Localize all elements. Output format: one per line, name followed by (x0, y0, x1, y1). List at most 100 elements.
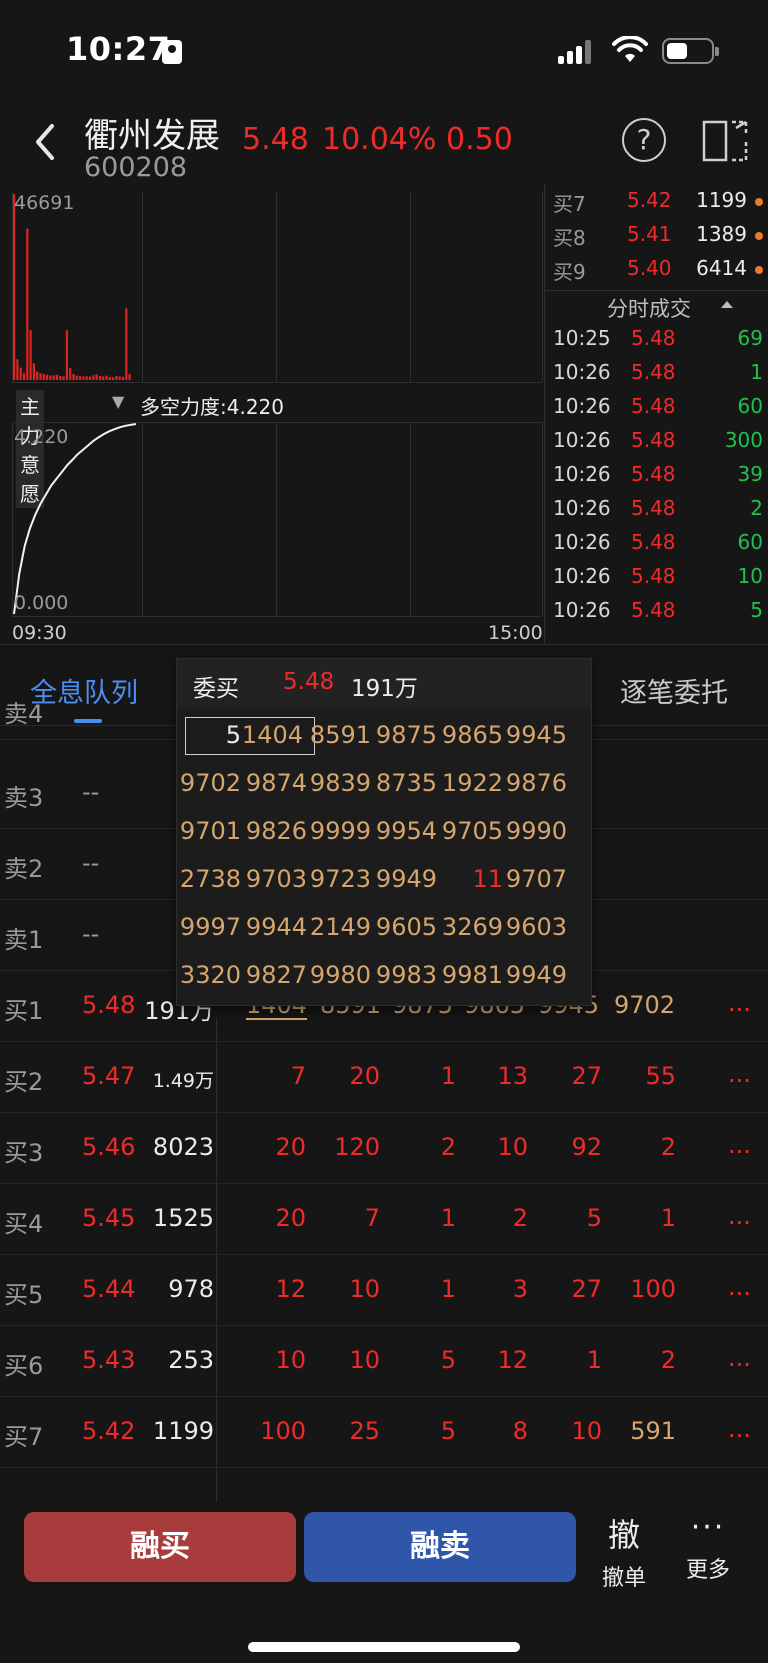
queue-order[interactable]: 12 (246, 1275, 306, 1303)
popup-order[interactable]: 8735 (373, 769, 437, 797)
help-icon[interactable]: ? (622, 118, 666, 162)
more-orders-ellipsis[interactable]: ... (728, 1131, 751, 1159)
queue-order[interactable]: 100 (246, 1417, 306, 1445)
popup-order[interactable]: 9944 (243, 913, 307, 941)
bid-row[interactable]: 买3 5.46 8023 20 120 2 10 92 2 ... (0, 1113, 768, 1184)
queue-order[interactable]: 10 (246, 1346, 306, 1374)
cancel-order-icon[interactable]: 撤 (594, 1510, 654, 1556)
caret-up-icon[interactable] (721, 301, 733, 308)
popup-order[interactable]: 9999 (307, 817, 371, 845)
popup-order[interactable]: 9605 (373, 913, 437, 941)
queue-order[interactable]: 2 (616, 1346, 676, 1374)
more-orders-ellipsis[interactable]: ... (728, 1344, 751, 1372)
popup-order[interactable]: 8591 (307, 721, 371, 749)
bid-row[interactable]: 买6 5.43 253 10 10 5 12 1 2 ... (0, 1326, 768, 1397)
more-orders-ellipsis[interactable]: ... (728, 1415, 751, 1443)
queue-order[interactable]: 8 (468, 1417, 528, 1445)
more-orders-ellipsis[interactable]: ... (728, 989, 751, 1017)
popup-order[interactable]: 9705 (439, 817, 503, 845)
popup-order[interactable]: 9701 (177, 817, 241, 845)
popup-order[interactable]: 9723 (307, 865, 371, 893)
more-label[interactable]: 更多 (678, 1552, 738, 1584)
bid-row[interactable]: 买5 5.44 978 12 10 1 3 27 100 ... (0, 1255, 768, 1326)
bid-queue-popup[interactable]: 委买 5.48 191万 5 1404 8591 9875 9865 9945 … (176, 658, 592, 1006)
queue-order[interactable]: 20 (320, 1062, 380, 1090)
queue-order[interactable]: 9702 (614, 991, 675, 1019)
margin-sell-button[interactable]: 融卖 (304, 1512, 576, 1582)
popup-order[interactable]: 1922 (439, 769, 503, 797)
popup-order[interactable]: 9980 (307, 961, 371, 989)
queue-order[interactable]: 2 (616, 1133, 676, 1161)
queue-order[interactable]: 591 (616, 1417, 676, 1445)
queue-order[interactable]: 1 (542, 1346, 602, 1374)
queue-order[interactable]: 92 (542, 1133, 602, 1161)
queue-order[interactable]: 1 (616, 1204, 676, 1232)
popup-order[interactable]: 9983 (373, 961, 437, 989)
popup-order[interactable]: 2738 (177, 865, 241, 893)
queue-order[interactable]: 27 (542, 1275, 602, 1303)
popup-order[interactable]: 9603 (503, 913, 567, 941)
back-arrow-icon[interactable] (30, 122, 60, 162)
ticks-title[interactable]: 分时成交 (607, 293, 691, 323)
quote-side-panel[interactable]: 买7 5.42 1199 买8 5.41 1389 买9 5.40 6414 分… (544, 184, 768, 644)
queue-order[interactable]: 20 (246, 1204, 306, 1232)
queue-order[interactable]: 10 (542, 1417, 602, 1445)
more-button[interactable]: ··· 更多 (678, 1510, 738, 1584)
popup-order[interactable]: 3320 (177, 961, 241, 989)
intraday-charts[interactable]: 46691 主力意愿 ▼ 多空力度:4.220 4.220 0.000 09:3… (0, 192, 544, 644)
popup-order[interactable]: 9826 (243, 817, 307, 845)
queue-order[interactable]: 55 (616, 1062, 676, 1090)
popup-order[interactable]: 9702 (177, 769, 241, 797)
queue-order[interactable]: 120 (320, 1133, 380, 1161)
queue-order[interactable]: 20 (246, 1133, 306, 1161)
queue-order[interactable]: 5 (542, 1204, 602, 1232)
queue-order[interactable]: 1 (396, 1275, 456, 1303)
popup-order[interactable]: 9990 (503, 817, 567, 845)
popup-order[interactable]: 9949 (503, 961, 567, 989)
ticks-header[interactable]: 分时成交 (545, 290, 768, 322)
popup-order[interactable]: 9839 (307, 769, 371, 797)
cancel-order-button[interactable]: 撤 撤单 (594, 1510, 654, 1592)
queue-order[interactable]: 12 (468, 1346, 528, 1374)
popup-order[interactable]: 9949 (373, 865, 437, 893)
margin-buy-button[interactable]: 融买 (24, 1512, 296, 1582)
popup-order[interactable]: 9954 (373, 817, 437, 845)
queue-order[interactable]: 5 (396, 1346, 456, 1374)
popup-order[interactable]: 9981 (439, 961, 503, 989)
more-orders-ellipsis[interactable]: ... (728, 1273, 751, 1301)
popup-order[interactable]: 1404 (239, 721, 303, 749)
queue-order[interactable]: 10 (320, 1275, 380, 1303)
more-orders-ellipsis[interactable]: ... (728, 1060, 751, 1088)
popup-order[interactable]: 9827 (243, 961, 307, 989)
popup-order[interactable]: 11 (439, 865, 503, 893)
queue-order[interactable]: 1 (396, 1062, 456, 1090)
bid-row[interactable]: 买2 5.47 1.49万 7 20 1 13 27 55 ... (0, 1042, 768, 1113)
popup-order[interactable]: 9945 (503, 721, 567, 749)
queue-order[interactable]: 100 (616, 1275, 676, 1303)
popup-order[interactable]: 9707 (503, 865, 567, 893)
queue-order[interactable]: 10 (468, 1133, 528, 1161)
queue-order[interactable]: 7 (246, 1062, 306, 1090)
dropdown-triangle-icon[interactable]: ▼ (112, 392, 124, 411)
queue-order[interactable]: 7 (320, 1204, 380, 1232)
queue-order[interactable]: 1 (396, 1204, 456, 1232)
more-dots-icon[interactable]: ··· (678, 1510, 738, 1548)
switch-view-icon[interactable] (702, 118, 750, 164)
popup-order[interactable]: 3269 (439, 913, 503, 941)
queue-order[interactable]: 2 (396, 1133, 456, 1161)
bid-row[interactable]: 买4 5.45 1525 20 7 1 2 5 1 ... (0, 1184, 768, 1255)
popup-order[interactable]: 9876 (503, 769, 567, 797)
popup-order[interactable]: 2149 (307, 913, 371, 941)
queue-order[interactable]: 3 (468, 1275, 528, 1303)
queue-order[interactable]: 5 (396, 1417, 456, 1445)
queue-order[interactable]: 27 (542, 1062, 602, 1090)
popup-order[interactable]: 9703 (243, 865, 307, 893)
cancel-order-label[interactable]: 撤单 (594, 1560, 654, 1592)
more-orders-ellipsis[interactable]: ... (728, 1202, 751, 1230)
popup-order[interactable]: 9874 (243, 769, 307, 797)
queue-order[interactable]: 13 (468, 1062, 528, 1090)
queue-order[interactable]: 2 (468, 1204, 528, 1232)
popup-order[interactable]: 9865 (439, 721, 503, 749)
bid-row[interactable]: 买7 5.42 1199 100 25 5 8 10 591 ... (0, 1397, 768, 1468)
queue-order[interactable]: 25 (320, 1417, 380, 1445)
